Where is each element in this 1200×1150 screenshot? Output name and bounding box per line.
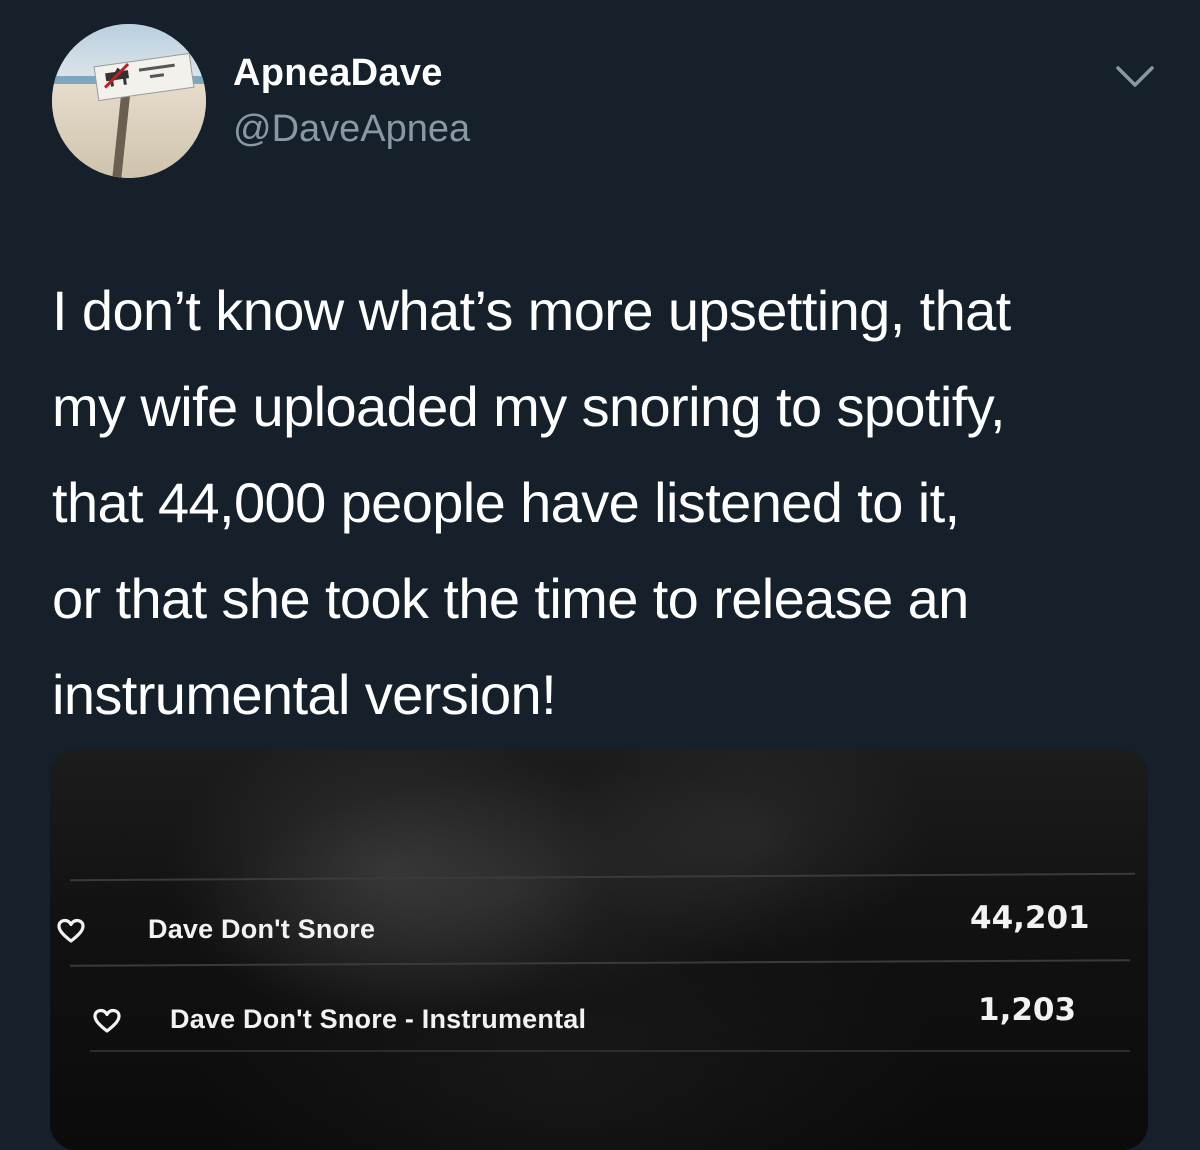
track-row[interactable]: Dave Don't Snore 44,201 [50,900,1148,960]
tweet-media-image[interactable]: Dave Don't Snore 44,201 Dave Don't Snore… [50,750,1148,1150]
user-handle[interactable]: @DaveApnea [233,108,470,151]
track-title[interactable]: Dave Don't Snore [148,914,375,945]
heart-outline-icon[interactable] [56,918,86,944]
track-title[interactable]: Dave Don't Snore - Instrumental [170,1004,586,1035]
tweet-text-line: my wife uploaded my snoring to spotify, [52,375,1006,438]
tweet-text-line: that 44,000 people have listened to it, [52,471,960,534]
chevron-down-icon[interactable] [1112,60,1158,94]
play-count: 1,203 [978,992,1077,1028]
tweet-text: I don’t know what’s more upsetting, that… [52,263,1172,743]
display-name[interactable]: ApneaDave [233,52,443,95]
tweet-text-line: or that she took the time to release an [52,567,969,630]
avatar-image [52,24,206,178]
play-count: 44,201 [970,900,1090,936]
tweet-text-line: instrumental version! [52,663,557,726]
heart-outline-icon[interactable] [92,1008,122,1034]
divider [90,1050,1130,1052]
track-row[interactable]: Dave Don't Snore - Instrumental 1,203 [50,990,1148,1050]
tweet-text-line: I don’t know what’s more upsetting, that [52,279,1011,342]
tweet-header: ApneaDave @DaveApnea [0,0,1200,200]
avatar[interactable] [52,24,206,178]
